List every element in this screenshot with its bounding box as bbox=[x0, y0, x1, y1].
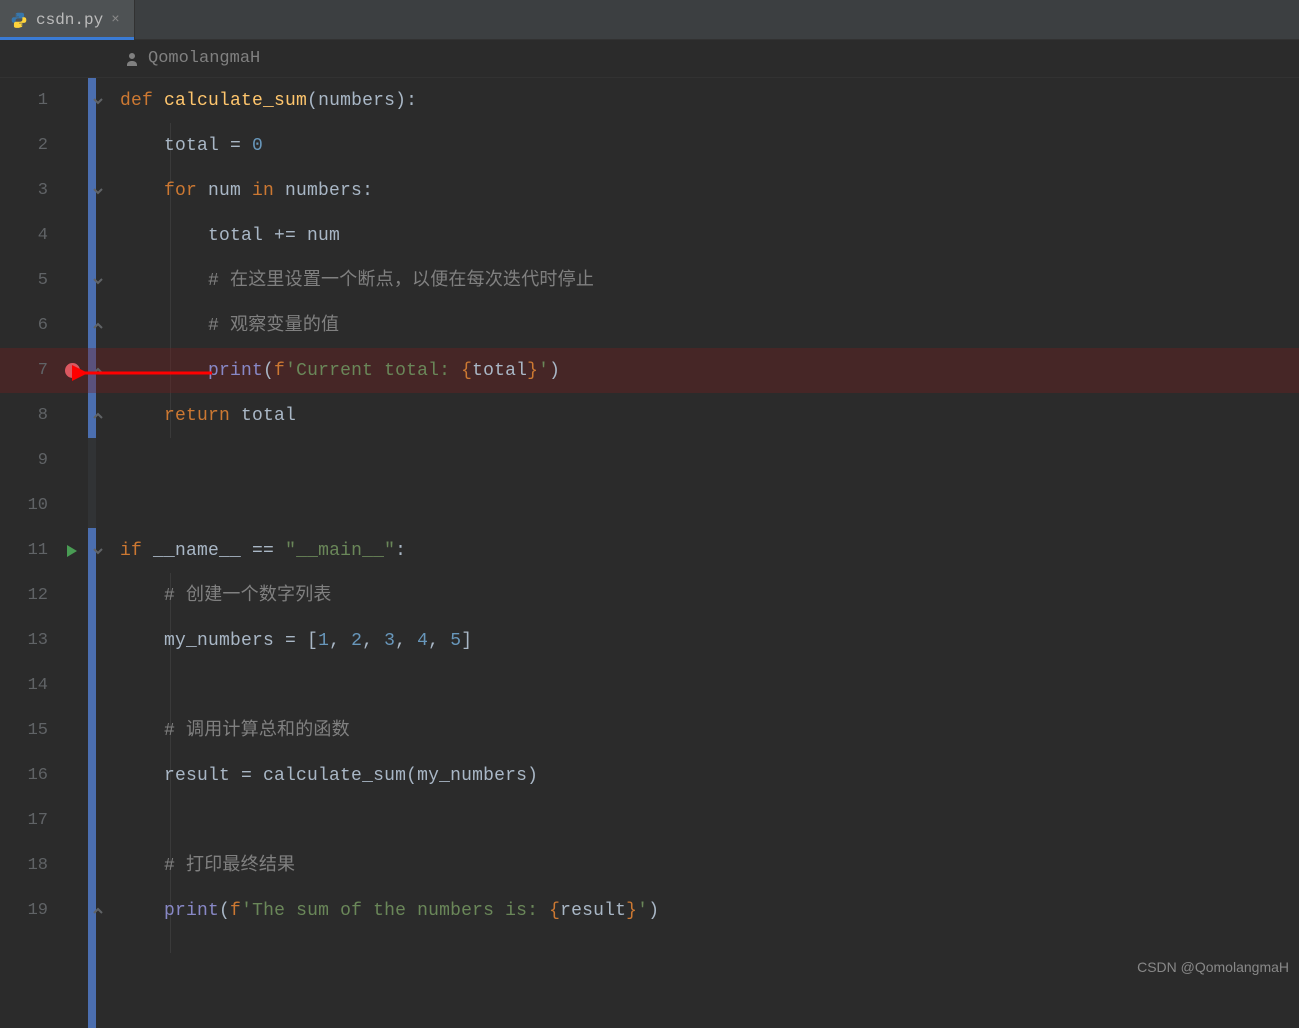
gutter-icon-slot[interactable] bbox=[56, 363, 88, 378]
author-annotation: QomolangmaH bbox=[0, 40, 1299, 78]
code-text[interactable]: # 打印最终结果 bbox=[108, 857, 295, 875]
code-line[interactable]: 2 total = 0 bbox=[0, 123, 1299, 168]
line-number[interactable]: 7 bbox=[0, 361, 56, 380]
code-line[interactable]: 16 result = calculate_sum(my_numbers) bbox=[0, 753, 1299, 798]
line-number[interactable]: 2 bbox=[0, 136, 56, 155]
line-number[interactable]: 18 bbox=[0, 856, 56, 875]
code-text[interactable]: def calculate_sum(numbers): bbox=[108, 92, 417, 110]
line-number[interactable]: 11 bbox=[0, 541, 56, 560]
fold-gutter[interactable] bbox=[88, 411, 108, 421]
code-line[interactable]: 6 # 观察变量的值 bbox=[0, 303, 1299, 348]
code-text[interactable]: # 创建一个数字列表 bbox=[108, 587, 332, 605]
code-line[interactable]: 9 bbox=[0, 438, 1299, 483]
breakpoint-icon[interactable] bbox=[65, 363, 80, 378]
code-text[interactable]: return total bbox=[108, 407, 296, 425]
code-text[interactable]: # 观察变量的值 bbox=[108, 317, 339, 335]
code-text[interactable]: for num in numbers: bbox=[108, 182, 373, 200]
author-name: QomolangmaH bbox=[148, 49, 260, 68]
code-line[interactable]: 19 print(f'The sum of the numbers is: {r… bbox=[0, 888, 1299, 933]
code-text[interactable]: print(f'Current total: {total}') bbox=[108, 362, 560, 380]
file-tab-csdn[interactable]: csdn.py × bbox=[0, 0, 135, 39]
fold-gutter[interactable] bbox=[88, 906, 108, 916]
code-text[interactable]: print(f'The sum of the numbers is: {resu… bbox=[108, 902, 659, 920]
fold-down-icon bbox=[93, 96, 103, 106]
code-line[interactable]: 3 for num in numbers: bbox=[0, 168, 1299, 213]
fold-gutter[interactable] bbox=[88, 186, 108, 196]
run-gutter-icon[interactable] bbox=[67, 545, 77, 557]
code-line[interactable]: 14 bbox=[0, 663, 1299, 708]
gutter-icon-slot[interactable] bbox=[56, 545, 88, 557]
code-line[interactable]: 12 # 创建一个数字列表 bbox=[0, 573, 1299, 618]
fold-down-icon bbox=[93, 186, 103, 196]
code-line[interactable]: 4 total += num bbox=[0, 213, 1299, 258]
code-line[interactable]: 1 def calculate_sum(numbers): bbox=[0, 78, 1299, 123]
fold-up-icon bbox=[93, 411, 103, 421]
fold-up-icon bbox=[93, 321, 103, 331]
line-number[interactable]: 4 bbox=[0, 226, 56, 245]
code-line[interactable]: 7 print(f'Current total: {total}') bbox=[0, 348, 1299, 393]
line-number[interactable]: 9 bbox=[0, 451, 56, 470]
python-file-icon bbox=[10, 11, 28, 29]
fold-up-icon bbox=[93, 366, 103, 376]
line-number[interactable]: 13 bbox=[0, 631, 56, 650]
line-number[interactable]: 8 bbox=[0, 406, 56, 425]
tab-label: csdn.py bbox=[36, 11, 103, 29]
line-number[interactable]: 17 bbox=[0, 811, 56, 830]
fold-gutter[interactable] bbox=[88, 96, 108, 106]
person-icon bbox=[124, 51, 140, 67]
line-number[interactable]: 15 bbox=[0, 721, 56, 740]
code-line[interactable]: 5 # 在这里设置一个断点，以便在每次迭代时停止 bbox=[0, 258, 1299, 303]
line-number[interactable]: 6 bbox=[0, 316, 56, 335]
fold-gutter[interactable] bbox=[88, 366, 108, 376]
code-line[interactable]: 11 if __name__ == "__main__": bbox=[0, 528, 1299, 573]
line-number[interactable]: 5 bbox=[0, 271, 56, 290]
line-number[interactable]: 3 bbox=[0, 181, 56, 200]
watermark-text: CSDN @QomolangmaH bbox=[1137, 959, 1289, 975]
line-number[interactable]: 10 bbox=[0, 496, 56, 515]
code-text[interactable]: # 在这里设置一个断点，以便在每次迭代时停止 bbox=[108, 272, 594, 290]
tab-bar: csdn.py × bbox=[0, 0, 1299, 40]
code-line[interactable]: 18 # 打印最终结果 bbox=[0, 843, 1299, 888]
code-text[interactable]: if __name__ == "__main__": bbox=[108, 542, 406, 560]
close-icon[interactable]: × bbox=[111, 12, 119, 28]
code-text[interactable]: total += num bbox=[108, 227, 340, 245]
code-text[interactable]: result = calculate_sum(my_numbers) bbox=[108, 767, 538, 785]
fold-gutter[interactable] bbox=[88, 546, 108, 556]
line-number[interactable]: 12 bbox=[0, 586, 56, 605]
fold-down-icon bbox=[93, 546, 103, 556]
code-text[interactable]: # 调用计算总和的函数 bbox=[108, 722, 350, 740]
code-line[interactable]: 13 my_numbers = [1, 2, 3, 4, 5] bbox=[0, 618, 1299, 663]
code-text[interactable]: total = 0 bbox=[108, 137, 263, 155]
code-line[interactable]: 15 # 调用计算总和的函数 bbox=[0, 708, 1299, 753]
fold-down-icon bbox=[93, 276, 103, 286]
line-number[interactable]: 1 bbox=[0, 91, 56, 110]
code-editor[interactable]: 1def calculate_sum(numbers):2 total = 03… bbox=[0, 78, 1299, 933]
line-number[interactable]: 14 bbox=[0, 676, 56, 695]
line-number[interactable]: 19 bbox=[0, 901, 56, 920]
fold-gutter[interactable] bbox=[88, 276, 108, 286]
fold-up-icon bbox=[93, 906, 103, 916]
line-number[interactable]: 16 bbox=[0, 766, 56, 785]
code-line[interactable]: 8 return total bbox=[0, 393, 1299, 438]
code-text[interactable]: my_numbers = [1, 2, 3, 4, 5] bbox=[108, 632, 472, 650]
code-line[interactable]: 17 bbox=[0, 798, 1299, 843]
fold-gutter[interactable] bbox=[88, 321, 108, 331]
code-line[interactable]: 10 bbox=[0, 483, 1299, 528]
